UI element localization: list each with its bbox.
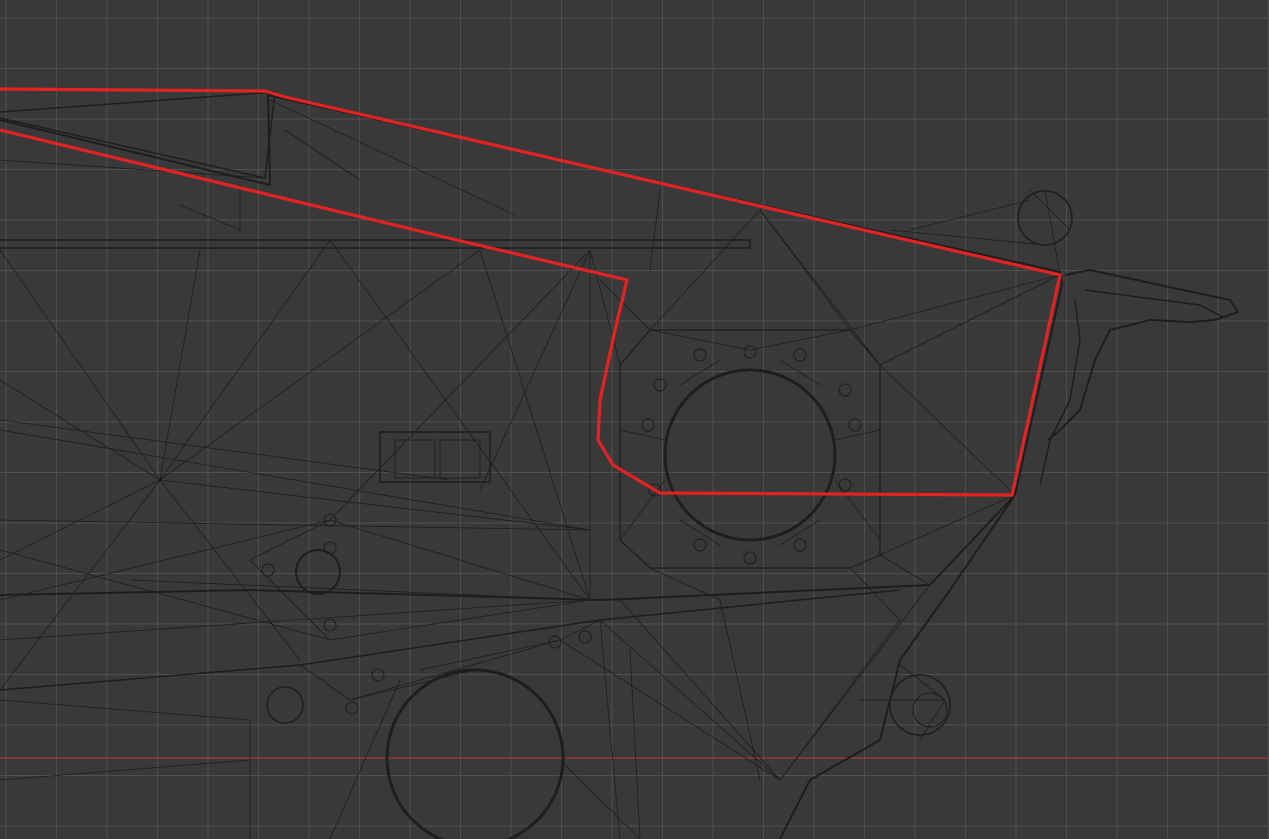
mesh-edge [1044, 189, 1061, 276]
3d-viewport-wireframe[interactable] [0, 0, 1269, 839]
bolt-hole[interactable] [266, 686, 304, 724]
selected-outline[interactable] [0, 87, 1062, 497]
vertex-ring [693, 348, 707, 362]
vertex-ring [323, 541, 337, 555]
mesh-edge [759, 209, 881, 366]
vertex-ring [743, 551, 757, 565]
viewport-grid [0, 0, 1269, 839]
mesh-edge [909, 199, 1031, 231]
mesh-edge [0, 479, 161, 561]
mesh-edge [0, 519, 331, 601]
upper-rail[interactable] [0, 239, 751, 249]
mesh-edge [0, 479, 161, 691]
mesh-edge [849, 274, 1061, 331]
vertex-ring [838, 383, 852, 397]
mesh-edge [649, 329, 751, 351]
mesh-edge [0, 759, 251, 781]
mesh-edge [299, 664, 351, 701]
vertex-ring [743, 345, 757, 359]
mesh-edge [329, 679, 401, 839]
mesh-edge [879, 554, 931, 586]
mesh-edge [159, 479, 301, 661]
mesh-edge [0, 699, 251, 721]
vertex-ring [578, 630, 592, 644]
mesh-edge [719, 599, 761, 781]
mesh-edge [0, 379, 161, 481]
mesh-edge [0, 419, 451, 481]
mesh-edge [879, 274, 1061, 366]
top-bar[interactable] [0, 91, 276, 179]
mesh-edge [0, 429, 591, 531]
mesh-edge [179, 204, 241, 231]
mesh-edge [479, 249, 591, 601]
mesh-edge [599, 619, 621, 839]
mesh-edge [879, 364, 1016, 496]
vertex-ring [848, 418, 862, 432]
vertex-ring [653, 378, 667, 392]
hull-bottom-edge[interactable] [0, 494, 1016, 601]
vertex-ring [793, 538, 807, 552]
vertex-ring [693, 538, 707, 552]
mesh-edge [249, 519, 331, 561]
mesh-edge [159, 239, 331, 481]
vertex-ring [793, 348, 807, 362]
mesh-edge [834, 479, 881, 541]
mesh-edge [589, 249, 621, 366]
mesh-edge [629, 649, 641, 839]
mesh-edge [599, 619, 781, 781]
mesh-edge [0, 599, 591, 641]
mesh-edge [619, 429, 666, 441]
mesh-edge [479, 249, 591, 491]
mesh-edge [919, 699, 946, 741]
vertex-ring [641, 418, 655, 432]
wheel-hole-right[interactable] [663, 368, 837, 542]
lug-top[interactable] [1017, 190, 1073, 246]
mesh-edge [559, 639, 781, 781]
mesh-edge [779, 584, 931, 781]
mesh-edge [1029, 189, 1071, 231]
mesh-edge [0, 249, 161, 481]
mesh-edge [749, 329, 851, 351]
vertex-ring [323, 618, 337, 632]
attachment-arm[interactable] [1047, 269, 1239, 441]
mesh-edge [619, 479, 666, 541]
wheel-ring-right[interactable] [619, 329, 881, 569]
mesh-edge [834, 429, 881, 441]
mesh-edge [269, 99, 516, 216]
mesh-edge [559, 759, 641, 839]
lug-bottom[interactable] [889, 674, 951, 736]
lug-bottom-inner[interactable] [912, 692, 948, 728]
mesh-edge [284, 129, 361, 181]
mesh-edge [619, 584, 931, 601]
mesh-edge [679, 359, 721, 386]
triangulation-lines [0, 99, 1071, 839]
outer-hull[interactable] [0, 94, 1063, 839]
mesh-edge [619, 599, 781, 781]
attachment-arm-3[interactable] [1039, 299, 1081, 486]
mesh-edge [649, 189, 661, 271]
vertex-ring [838, 478, 852, 492]
vertex-ring [261, 563, 275, 577]
vertex-ring [345, 701, 359, 715]
wheel-hole-bottom[interactable] [385, 668, 565, 839]
wireframe-mesh[interactable] [0, 91, 1239, 839]
